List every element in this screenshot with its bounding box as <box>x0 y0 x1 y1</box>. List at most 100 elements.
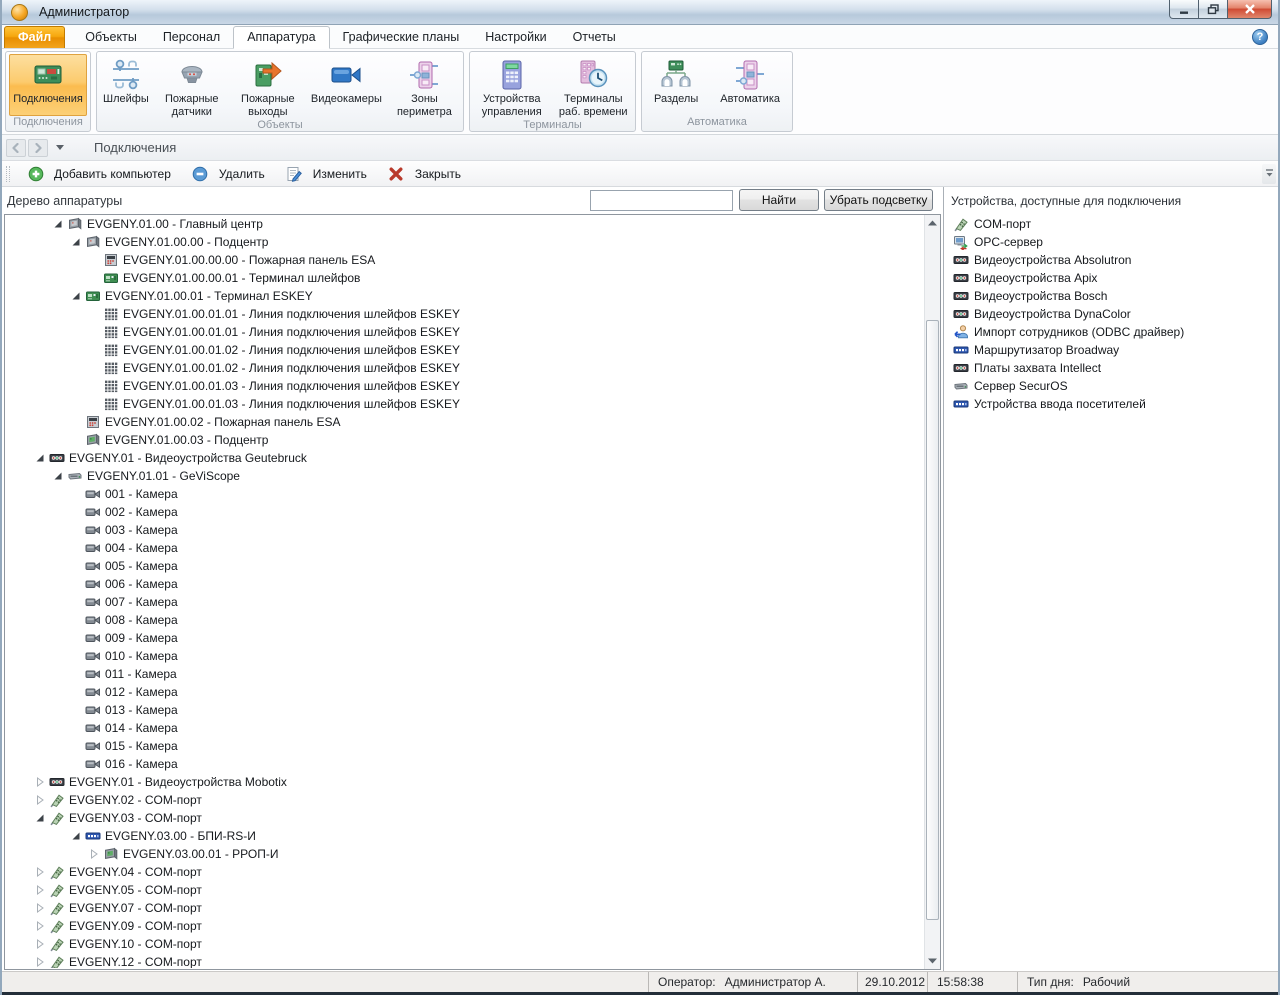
ribbon-button-time-terminals[interactable]: Терминалы раб. времени <box>553 54 635 119</box>
tree-row[interactable]: EVGENY.07 - COM-порт <box>6 899 923 917</box>
tree-row[interactable]: EVGENY.01.00.01.03 - Линия подключения ш… <box>6 395 923 413</box>
ribbon-button-fire-exits[interactable]: Пожарные выходы <box>230 54 306 119</box>
tree-row[interactable]: EVGENY.01.00 - Главный центр <box>6 215 923 233</box>
tree-row[interactable]: EVGENY.01.00.00.01 - Терминал шлейфов <box>6 269 923 287</box>
toolbar-button-close[interactable]: Закрыть <box>377 163 471 185</box>
tab-reports[interactable]: Отчеты <box>560 27 629 48</box>
clear-highlight-button[interactable]: Убрать подсветку <box>824 189 933 211</box>
tree-row[interactable]: EVGENY.01 - Видеоустройства Geutebruck <box>6 449 923 467</box>
tree-row[interactable]: 011 - Камера <box>6 665 923 683</box>
expander-icon[interactable] <box>32 919 47 933</box>
tree-row[interactable]: EVGENY.01 - Видеоустройства Mobotix <box>6 773 923 791</box>
tree-row[interactable]: 001 - Камера <box>6 485 923 503</box>
tree-row[interactable]: 002 - Камера <box>6 503 923 521</box>
toolbar-overflow-button[interactable] <box>1262 164 1276 184</box>
expander-icon[interactable] <box>32 451 47 465</box>
list-item[interactable]: Сервер SecurOS <box>949 377 1280 395</box>
tree-row[interactable]: 008 - Камера <box>6 611 923 629</box>
expander-icon[interactable] <box>32 883 47 897</box>
minimize-button[interactable] <box>1169 0 1199 19</box>
tree-row[interactable]: 007 - Камера <box>6 593 923 611</box>
tree-row[interactable]: EVGENY.01.00.01.01 - Линия подключения ш… <box>6 305 923 323</box>
list-item[interactable]: Видеоустройства Absolutron <box>949 251 1280 269</box>
tree-row[interactable]: EVGENY.01.01 - GeViScope <box>6 467 923 485</box>
app-icon[interactable] <box>11 4 28 21</box>
tab-objects[interactable]: Объекты <box>72 27 150 48</box>
help-button[interactable]: ? <box>1252 29 1268 45</box>
ribbon-button-perimeter-zones[interactable]: Зоны периметра <box>387 54 462 119</box>
tree-row[interactable]: EVGENY.03.00 - БПИ-RS-И <box>6 827 923 845</box>
scroll-up-button[interactable] <box>925 215 940 231</box>
ribbon-button-automation[interactable]: Автоматика <box>715 54 785 116</box>
list-item[interactable]: Импорт сотрудников (ODBC драйвер) <box>949 323 1280 341</box>
tree-row[interactable]: EVGENY.12 - COM-порт <box>6 953 923 968</box>
tree-row[interactable]: EVGENY.01.00.00 - Подцентр <box>6 233 923 251</box>
scrollbar-thumb[interactable] <box>926 320 939 920</box>
list-item[interactable]: Видеоустройства DynaColor <box>949 305 1280 323</box>
expander-icon[interactable] <box>50 217 65 231</box>
tree-row[interactable]: EVGENY.10 - COM-порт <box>6 935 923 953</box>
tree-row[interactable]: EVGENY.01.00.01.01 - Линия подключения ш… <box>6 323 923 341</box>
restore-button[interactable] <box>1199 0 1227 19</box>
list-item[interactable]: Видеоустройства Apix <box>949 269 1280 287</box>
forward-button[interactable] <box>28 139 48 157</box>
tree-row[interactable]: 014 - Камера <box>6 719 923 737</box>
expander-icon[interactable] <box>32 901 47 915</box>
toolbar-button-edit[interactable]: Изменить <box>275 163 377 185</box>
list-item[interactable]: COM-порт <box>949 215 1280 233</box>
tab-hardware[interactable]: Аппаратура <box>233 26 329 49</box>
panel-divider[interactable] <box>943 187 944 971</box>
ribbon-button-connections[interactable]: Подключения <box>9 54 87 116</box>
tree-row[interactable]: 013 - Камера <box>6 701 923 719</box>
tree-row[interactable]: 015 - Камера <box>6 737 923 755</box>
scroll-down-button[interactable] <box>925 953 940 969</box>
ribbon-button-fire-detectors[interactable]: Пожарные датчики <box>154 54 230 119</box>
expander-icon[interactable] <box>32 811 47 825</box>
tree-row[interactable]: 016 - Камера <box>6 755 923 773</box>
ribbon-button-partitions[interactable]: Разделы <box>649 54 703 116</box>
list-item[interactable]: OPC-сервер <box>949 233 1280 251</box>
list-item[interactable]: Платы захвата Intellect <box>949 359 1280 377</box>
tab-file[interactable]: Файл <box>4 26 65 48</box>
expander-icon[interactable] <box>68 829 83 843</box>
expander-icon[interactable] <box>32 865 47 879</box>
expander-icon[interactable] <box>32 793 47 807</box>
tree-row[interactable]: 012 - Камера <box>6 683 923 701</box>
expander-icon[interactable] <box>32 937 47 951</box>
expander-icon[interactable] <box>50 469 65 483</box>
expander-icon[interactable] <box>32 955 47 968</box>
expander-icon[interactable] <box>68 289 83 303</box>
tree-row[interactable]: EVGENY.04 - COM-порт <box>6 863 923 881</box>
tab-personnel[interactable]: Персонал <box>150 27 233 48</box>
expander-icon[interactable] <box>32 775 47 789</box>
tree-row[interactable]: EVGENY.03.00.01 - РРОП-И <box>6 845 923 863</box>
expander-icon[interactable] <box>68 235 83 249</box>
list-item[interactable]: Маршрутизатор Broadway <box>949 341 1280 359</box>
tree-row[interactable]: EVGENY.01.00.01.02 - Линия подключения ш… <box>6 341 923 359</box>
ribbon-button-control-devices[interactable]: Устройства управления <box>471 54 553 119</box>
tree-row[interactable]: EVGENY.01.00.01 - Терминал ESKEY <box>6 287 923 305</box>
tree-scrollbar[interactable] <box>924 215 940 969</box>
tree-row[interactable]: 010 - Камера <box>6 647 923 665</box>
tree-row[interactable]: 005 - Камера <box>6 557 923 575</box>
history-dropdown[interactable] <box>56 145 64 150</box>
tree-row[interactable]: 003 - Камера <box>6 521 923 539</box>
tab-plans[interactable]: Графические планы <box>330 27 473 48</box>
tree-row[interactable]: EVGENY.05 - COM-порт <box>6 881 923 899</box>
tree-row[interactable]: 006 - Камера <box>6 575 923 593</box>
ribbon-button-loops[interactable]: Шлейфы <box>98 54 154 119</box>
toolbar-button-add-computer[interactable]: Добавить компьютер <box>16 163 181 185</box>
list-item[interactable]: Устройства ввода посетителей <box>949 395 1280 413</box>
tree-row[interactable]: EVGENY.01.00.01.03 - Линия подключения ш… <box>6 377 923 395</box>
find-button[interactable]: Найти <box>739 189 819 211</box>
tree-row[interactable]: EVGENY.01.00.00.00 - Пожарная панель ESA <box>6 251 923 269</box>
tab-settings[interactable]: Настройки <box>472 27 559 48</box>
toolbar-button-delete[interactable]: Удалить <box>181 163 275 185</box>
tree-row[interactable]: EVGENY.01.00.02 - Пожарная панель ESA <box>6 413 923 431</box>
list-item[interactable]: Видеоустройства Bosch <box>949 287 1280 305</box>
tree-row[interactable]: EVGENY.09 - COM-порт <box>6 917 923 935</box>
back-button[interactable] <box>6 139 26 157</box>
tree-row[interactable]: 009 - Камера <box>6 629 923 647</box>
expander-icon[interactable] <box>86 847 101 861</box>
search-input[interactable] <box>590 190 733 211</box>
